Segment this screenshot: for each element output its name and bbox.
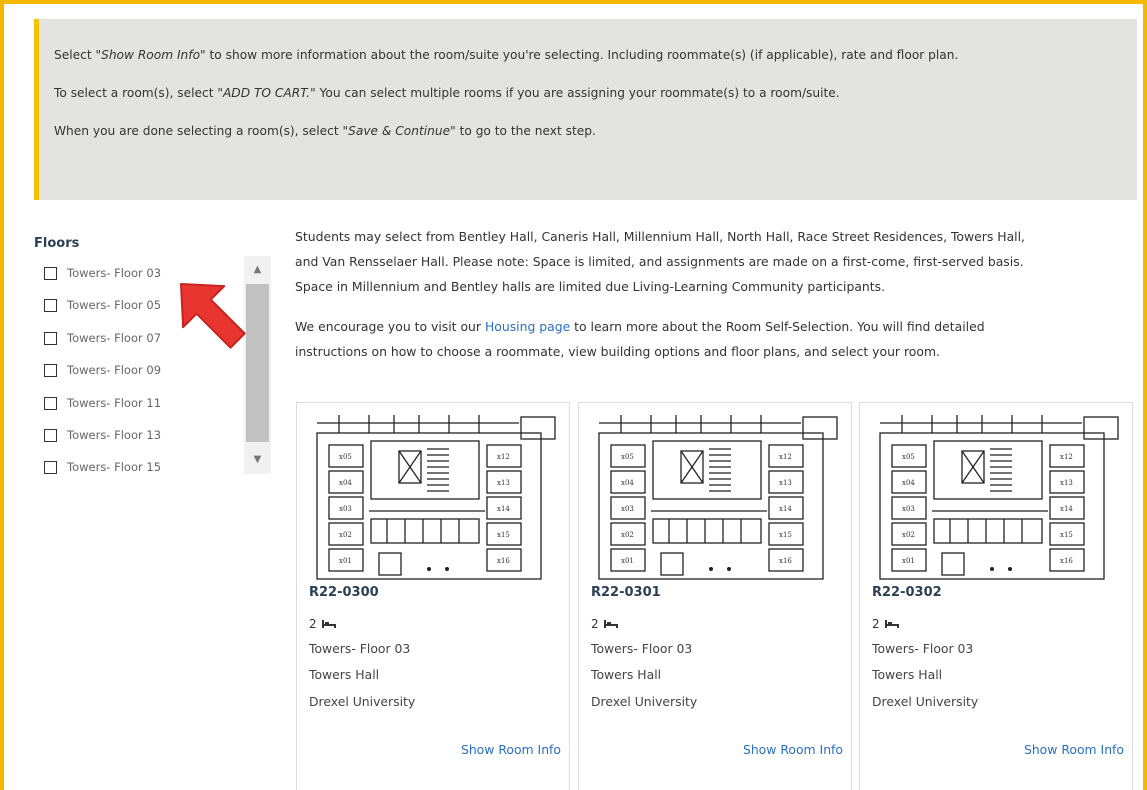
floor-checkbox[interactable]: [44, 266, 57, 280]
bed-icon: [321, 620, 336, 628]
floor-option-05[interactable]: Towers- Floor 05: [44, 298, 161, 312]
floor-option-07[interactable]: Towers- Floor 07: [44, 331, 161, 345]
floor-option-09[interactable]: Towers- Floor 09: [44, 363, 161, 377]
svg-text:x01: x01: [339, 557, 352, 565]
room-school: Drexel University: [309, 694, 416, 709]
instruction-line-3: When you are done selecting a room(s), s…: [54, 124, 596, 138]
svg-text:x03: x03: [902, 505, 915, 513]
svg-text:x15: x15: [779, 531, 792, 539]
floor-plan-image: x05 x12 x04 x13 x03 x14 x02 x15 x01 x16: [316, 415, 556, 580]
room-card: x05 x12 x04 x13 x03 x14 x02 x15 x01 x16 R22-0302 …: [859, 402, 1133, 790]
floor-option-15[interactable]: Towers- Floor 15: [44, 460, 161, 474]
svg-text:x16: x16: [1060, 557, 1073, 565]
instruction-line-1: Select "Show Room Info" to show more inf…: [54, 48, 959, 62]
floor-label: Towers- Floor 11: [67, 396, 162, 410]
floor-checkbox[interactable]: [44, 331, 57, 345]
bed-count: 2: [591, 617, 619, 631]
room-id: R22-0302: [872, 585, 942, 600]
room-id: R22-0301: [591, 585, 661, 600]
intro-line: instructions on how to choose a roommate…: [295, 344, 940, 359]
instructions-notice: Select "Show Room Info" to show more inf…: [34, 19, 1137, 200]
room-floor: Towers- Floor 03: [309, 641, 411, 656]
floor-option-03[interactable]: Towers- Floor 03: [44, 266, 161, 280]
room-card: x05 x12 x04 x13 x03 x14 x02 x15 x01 x16 R22-0300 …: [296, 402, 570, 790]
floor-label: Towers- Floor 09: [67, 363, 162, 377]
floor-label: Towers- Floor 05: [67, 298, 162, 312]
room-hall: Towers Hall: [309, 667, 380, 682]
bed-count: 2: [309, 617, 337, 631]
intro-line: and Van Rensselaer Hall. Please note: Sp…: [295, 254, 1024, 269]
floor-label: Towers- Floor 03: [67, 266, 162, 280]
svg-text:x13: x13: [1060, 479, 1073, 487]
red-pointer-arrow-icon: [180, 283, 246, 349]
svg-text:x04: x04: [339, 479, 352, 487]
svg-text:x12: x12: [497, 453, 510, 461]
room-school: Drexel University: [591, 694, 698, 709]
room-id: R22-0300: [309, 585, 379, 600]
svg-text:x14: x14: [497, 505, 510, 513]
svg-text:x04: x04: [621, 479, 634, 487]
svg-text:x03: x03: [621, 505, 634, 513]
selection-intro: Students may select from Bentley Hall, C…: [295, 224, 1135, 364]
floor-plan-image: x05 x12 x04 x13 x03 x14 x02 x15 x01 x16: [598, 415, 838, 580]
svg-text:x13: x13: [779, 479, 792, 487]
svg-text:x02: x02: [902, 531, 915, 539]
svg-text:x05: x05: [902, 453, 915, 461]
floor-checkbox[interactable]: [44, 363, 57, 377]
show-room-info-link[interactable]: Show Room Info: [743, 742, 843, 757]
room-hall: Towers Hall: [591, 667, 662, 682]
show-room-info-link[interactable]: Show Room Info: [461, 742, 561, 757]
housing-page-link[interactable]: Housing page: [485, 319, 570, 334]
intro-line: We encourage you to visit our Housing pa…: [295, 319, 985, 334]
room-school: Drexel University: [872, 694, 979, 709]
svg-text:x15: x15: [497, 531, 510, 539]
svg-text:x02: x02: [339, 531, 352, 539]
floor-plan-image: x05 x12 x04 x13 x03 x14 x02 x15 x01 x16: [879, 415, 1119, 580]
floor-label: Towers- Floor 15: [67, 460, 162, 474]
intro-line: Space in Millennium and Bentley halls ar…: [295, 279, 886, 294]
room-card: x05 x12 x04 x13 x03 x14 x02 x15 x01 x16 R22-0301 …: [578, 402, 852, 790]
floor-label: Towers- Floor 07: [67, 331, 162, 345]
svg-text:x12: x12: [779, 453, 792, 461]
svg-text:x12: x12: [1060, 453, 1073, 461]
floor-option-13[interactable]: Towers- Floor 13: [44, 428, 161, 442]
svg-text:x15: x15: [1060, 531, 1073, 539]
bed-icon: [884, 620, 899, 628]
floor-label: Towers- Floor 13: [67, 428, 162, 442]
svg-text:x14: x14: [1060, 505, 1073, 513]
svg-text:x13: x13: [497, 479, 510, 487]
svg-text:x05: x05: [621, 453, 634, 461]
floor-option-11[interactable]: Towers- Floor 11: [44, 396, 161, 410]
floor-checkbox[interactable]: [44, 428, 57, 442]
svg-text:x03: x03: [339, 505, 352, 513]
room-floor: Towers- Floor 03: [591, 641, 693, 656]
svg-text:x14: x14: [779, 505, 792, 513]
scroll-down-arrow-icon[interactable]: ▼: [244, 448, 271, 470]
floors-heading: Floors: [34, 236, 80, 251]
svg-text:x01: x01: [902, 557, 915, 565]
floor-checkbox[interactable]: [44, 460, 57, 474]
svg-text:x16: x16: [497, 557, 510, 565]
intro-line: Students may select from Bentley Hall, C…: [295, 229, 1025, 244]
floor-checkbox[interactable]: [44, 396, 57, 410]
bed-count: 2: [872, 617, 900, 631]
svg-text:x01: x01: [621, 557, 634, 565]
show-room-info-link[interactable]: Show Room Info: [1024, 742, 1124, 757]
room-hall: Towers Hall: [872, 667, 943, 682]
svg-text:x04: x04: [902, 479, 915, 487]
svg-text:x05: x05: [339, 453, 352, 461]
bed-icon: [603, 620, 618, 628]
room-floor: Towers- Floor 03: [872, 641, 974, 656]
floor-checkbox[interactable]: [44, 298, 57, 312]
svg-text:x16: x16: [779, 557, 792, 565]
svg-text:x02: x02: [621, 531, 634, 539]
instruction-line-2: To select a room(s), select "ADD TO CART…: [54, 86, 840, 100]
